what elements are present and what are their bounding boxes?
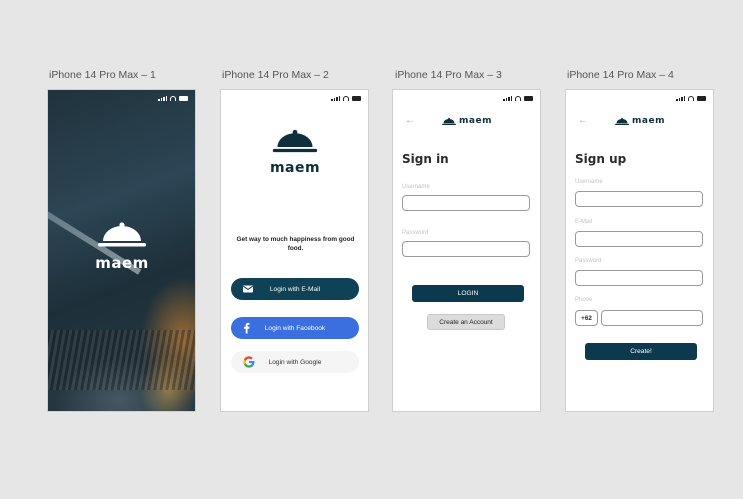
login-facebook-label: Login with Facebook <box>264 324 326 332</box>
welcome-logo: maem <box>267 128 323 176</box>
status-bar <box>676 96 706 101</box>
signal-icon <box>158 96 167 101</box>
page-title: Sign up <box>575 152 627 166</box>
cloche-icon <box>441 117 456 125</box>
signal-icon <box>503 96 512 101</box>
wifi-icon <box>343 96 349 101</box>
battery-icon <box>697 96 706 101</box>
email-label: E-Mail <box>575 219 593 225</box>
password-input[interactable] <box>402 241 530 257</box>
grill-grate-decoration <box>48 330 195 390</box>
nav-bar: ← maem <box>566 114 713 128</box>
username-label: Username <box>402 184 430 190</box>
wifi-icon <box>515 96 521 101</box>
battery-icon <box>352 96 361 101</box>
password-label: Password <box>575 258 602 264</box>
wifi-icon <box>688 96 694 101</box>
create-account-button[interactable]: Create an Account <box>427 314 505 330</box>
phone-input[interactable] <box>601 310 703 326</box>
mail-icon <box>243 285 253 293</box>
status-bar <box>503 96 533 101</box>
wifi-icon <box>170 96 176 101</box>
frame-label-4: iPhone 14 Pro Max – 4 <box>567 69 674 81</box>
status-bar <box>158 96 188 101</box>
login-email-label: Login with E-Mail <box>269 285 321 293</box>
username-input[interactable] <box>402 195 530 211</box>
cloche-icon <box>614 117 629 125</box>
arrow-left-icon[interactable]: ← <box>405 114 415 128</box>
create-button[interactable]: Create! <box>585 343 697 360</box>
header-logo: maem <box>441 116 492 126</box>
frame-label-1: iPhone 14 Pro Max – 1 <box>49 69 156 81</box>
page-title: Sign in <box>402 152 449 166</box>
username-input[interactable] <box>575 191 703 207</box>
phone-country-code[interactable]: +62 <box>575 310 598 326</box>
battery-icon <box>524 96 533 101</box>
signup-screen: ← maem Sign up Username E-Mail Password … <box>565 89 714 412</box>
arrow-left-icon[interactable]: ← <box>578 114 588 128</box>
cloche-icon <box>272 129 318 153</box>
signal-icon <box>676 96 685 101</box>
signal-icon <box>331 96 340 101</box>
password-input[interactable] <box>575 270 703 286</box>
frame-label-3: iPhone 14 Pro Max – 3 <box>395 69 502 81</box>
brand-wordmark: maem <box>95 254 149 272</box>
google-icon <box>243 356 255 368</box>
frame-label-2: iPhone 14 Pro Max – 2 <box>222 69 329 81</box>
cloche-icon <box>98 222 146 247</box>
splash-logo: maem <box>94 221 150 272</box>
username-label: Username <box>575 179 603 185</box>
tagline: Get way to much happiness from good food… <box>236 236 355 252</box>
phone-label: Phone <box>575 297 593 303</box>
brand-wordmark: maem <box>459 116 492 126</box>
nav-bar: ← maem <box>393 114 540 128</box>
email-input[interactable] <box>575 231 703 247</box>
login-button[interactable]: LOGIN <box>412 285 524 302</box>
login-facebook-button[interactable]: Login with Facebook <box>231 317 359 339</box>
signin-screen: ← maem Sign in Username Password LOGIN C… <box>392 89 541 412</box>
login-google-button[interactable]: Login with Google <box>231 351 359 373</box>
facebook-icon <box>244 322 250 334</box>
password-label: Password <box>402 230 429 236</box>
welcome-screen: maem Get way to much happiness from good… <box>220 89 369 412</box>
login-email-button[interactable]: Login with E-Mail <box>231 278 359 300</box>
brand-wordmark: maem <box>269 160 321 176</box>
header-logo: maem <box>614 116 665 126</box>
splash-screen: maem <box>47 89 196 412</box>
battery-icon <box>179 96 188 101</box>
brand-wordmark: maem <box>632 116 665 126</box>
login-google-label: Login with Google <box>268 358 322 366</box>
status-bar <box>331 96 361 101</box>
